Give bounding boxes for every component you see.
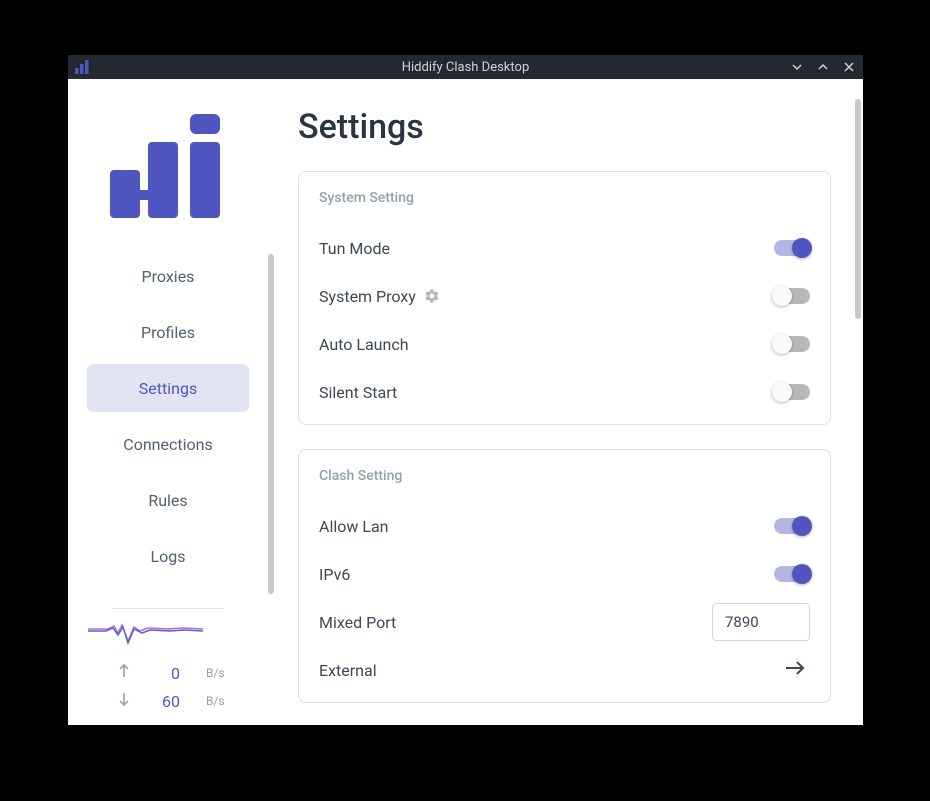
row-external: External [319,646,810,694]
row-label: IPv6 [319,565,350,584]
nav-item-connections[interactable]: Connections [87,420,249,468]
row-tun-mode: Tun Mode [319,224,810,272]
divider [112,608,224,609]
row-label: System Proxy [319,287,416,306]
external-arrow-button[interactable] [780,654,810,687]
nav-item-rules[interactable]: Rules [87,476,249,524]
main-content: Settings System Setting Tun Mode System … [268,79,863,725]
minimize-icon[interactable] [787,57,807,77]
arrow-down-icon [116,692,132,710]
nav-label: Profiles [141,323,195,342]
gear-icon[interactable] [424,288,440,304]
app-bars-icon [74,60,90,74]
nav: Proxies Profiles Settings Connections Ru… [68,252,268,588]
auto-launch-toggle[interactable] [774,336,810,352]
nav-label: Logs [151,547,186,566]
allow-lan-toggle[interactable] [774,518,810,534]
main-scrollbar[interactable] [855,99,861,319]
close-icon[interactable] [839,57,859,77]
row-label: External [319,661,377,680]
silent-start-toggle[interactable] [774,384,810,400]
window-title: Hiddify Clash Desktop [68,60,863,75]
mixed-port-input[interactable]: 7890 [712,603,810,641]
row-label: Silent Start [319,383,397,402]
nav-label: Proxies [142,267,195,286]
row-auto-launch: Auto Launch [319,320,810,368]
page-title: Settings [298,107,833,147]
traffic-sparkline-icon [88,619,203,647]
system-proxy-toggle[interactable] [774,288,810,304]
ipv6-toggle[interactable] [774,566,810,582]
nav-item-profiles[interactable]: Profiles [87,308,249,356]
system-setting-card: System Setting Tun Mode System Proxy [298,171,831,425]
nav-item-settings[interactable]: Settings [87,364,249,412]
row-label: Auto Launch [319,335,409,354]
card-title: System Setting [319,190,810,206]
nav-label: Rules [148,491,187,510]
app-logo-icon [110,114,226,222]
titlebar: Hiddify Clash Desktop [68,55,863,79]
tun-mode-toggle[interactable] [774,240,810,256]
row-allow-lan: Allow Lan [319,502,810,550]
upload-stat: 0 B/s [88,659,248,687]
sidebar-footer: 0 B/s 60 B/s [68,608,268,725]
clash-setting-card: Clash Setting Allow Lan IPv6 Mixed Port [298,449,831,703]
maximize-icon[interactable] [813,57,833,77]
app-window: Hiddify Clash Desktop [68,55,863,725]
nav-item-proxies[interactable]: Proxies [87,252,249,300]
nav-label: Connections [123,435,212,454]
row-system-proxy: System Proxy [319,272,810,320]
upload-value: 0 [148,664,180,683]
download-value: 60 [148,692,180,711]
input-value: 7890 [725,613,759,631]
upload-unit: B/s [206,666,225,680]
sidebar: Proxies Profiles Settings Connections Ru… [68,79,268,725]
nav-label: Settings [139,379,197,398]
download-stat: 60 B/s [88,687,248,715]
nav-item-logs[interactable]: Logs [87,532,249,580]
card-title: Clash Setting [319,468,810,484]
row-silent-start: Silent Start [319,368,810,416]
row-label: Tun Mode [319,239,390,258]
row-mixed-port: Mixed Port 7890 [319,598,810,646]
row-label: Mixed Port [319,613,396,632]
arrow-up-icon [116,664,132,682]
download-unit: B/s [206,694,225,708]
row-ipv6: IPv6 [319,550,810,598]
row-label: Allow Lan [319,517,389,536]
